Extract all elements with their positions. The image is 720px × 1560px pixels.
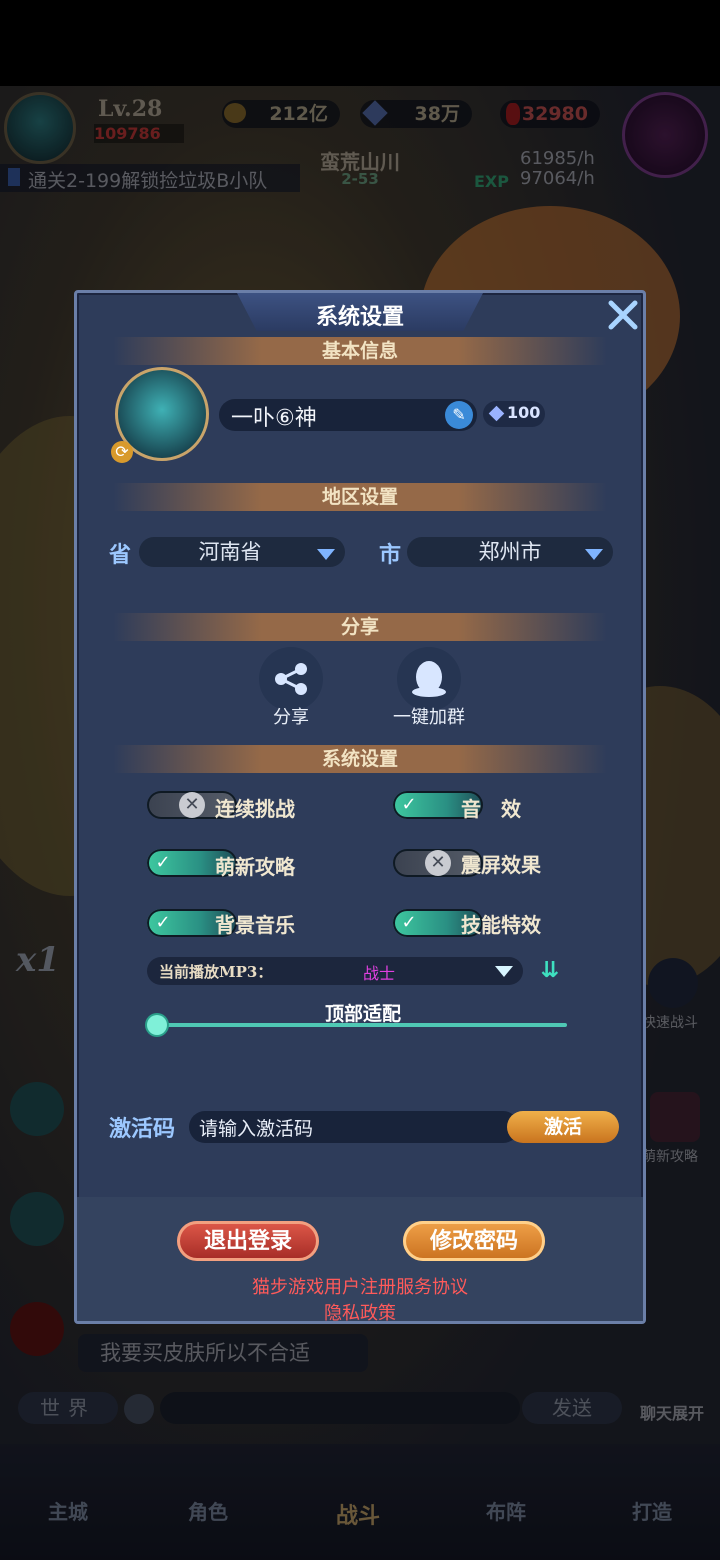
check-icon: ✓ [401, 794, 417, 815]
change-password-button[interactable]: 修改密码 [403, 1221, 545, 1261]
section-region: 地区设置 [113, 483, 607, 511]
top-adapt-slider-track[interactable] [153, 1023, 567, 1027]
nickname-field: 一卟⑥神 [219, 399, 477, 431]
code-input[interactable]: 请输入激活码 [189, 1111, 519, 1143]
city-chevron-icon [585, 549, 603, 560]
province-dropdown[interactable]: 河南省 [139, 537, 345, 567]
check-icon: ✓ [155, 912, 171, 933]
province-chevron-icon [317, 549, 335, 560]
agreement-link[interactable]: 猫步游戏用户注册服务协议 [77, 1273, 643, 1299]
nickname-text: 一卟⑥神 [231, 406, 317, 431]
close-icon: ✕ [179, 792, 205, 818]
section-system-settings: 系统设置 [113, 745, 607, 773]
toggle-label-sound-effects: 音 效 [461, 797, 521, 821]
qq-penguin-icon [412, 661, 446, 697]
top-adapt-label: 顶部适配 [324, 1003, 401, 1025]
top-adapt-slider-handle[interactable] [147, 1015, 167, 1035]
share-icon [275, 663, 307, 695]
close-button[interactable] [605, 297, 641, 333]
toggle-label-skill-effects: 技能特效 [461, 913, 541, 937]
section-basic-info: 基本信息 [113, 337, 607, 365]
toggle-label-newbie-guide: 萌新攻略 [215, 855, 295, 879]
province-label: 省 [109, 542, 132, 568]
music-label: 当前播放MP3： [159, 963, 273, 981]
city-dropdown[interactable]: 郑州市 [407, 537, 613, 567]
code-placeholder: 请输入激活码 [199, 1118, 314, 1140]
activate-button[interactable]: 激活 [507, 1111, 619, 1143]
city-label: 市 [379, 542, 402, 568]
share-button[interactable] [259, 647, 323, 711]
rename-cost-value: 100 [507, 403, 541, 422]
close-icon: ✕ [425, 850, 451, 876]
rename-cost: 100 [483, 401, 545, 427]
code-label: 激活码 [109, 1116, 176, 1142]
edit-name-button[interactable]: ✎ [445, 401, 473, 429]
check-icon: ✓ [155, 852, 171, 873]
join-group-button[interactable] [397, 647, 461, 711]
join-group-label: 一键加群 [393, 707, 465, 728]
sort-arrows-icon: ⇊ [540, 958, 560, 983]
toggle-label-background-music: 背景音乐 [215, 913, 295, 937]
music-order-button[interactable]: ⇊ [537, 957, 563, 985]
settings-dialog: 系统设置 基本信息 ⟳ 一卟⑥神 ✎ 100 地区设置 省 河南省 市 郑州市 … [74, 290, 646, 1324]
city-value: 郑州市 [478, 540, 542, 564]
logout-button[interactable]: 退出登录 [177, 1221, 319, 1261]
avatar-change-icon[interactable]: ⟳ [111, 441, 133, 463]
music-chevron-icon [495, 966, 513, 977]
province-value: 河南省 [198, 540, 262, 564]
check-icon: ✓ [401, 912, 417, 933]
toggle-label-continuous-challenge: 连续挑战 [215, 797, 295, 821]
section-share: 分享 [113, 613, 607, 641]
diamond-icon [488, 405, 505, 422]
close-icon [608, 300, 638, 330]
pencil-icon: ✎ [452, 405, 466, 424]
share-label: 分享 [273, 707, 309, 728]
music-selector[interactable]: 当前播放MP3： 战士 [147, 957, 523, 985]
privacy-link[interactable]: 隐私政策 [77, 1299, 643, 1325]
dialog-title: 系统设置 [315, 304, 404, 330]
toggle-label-screen-shake: 震屏效果 [461, 853, 541, 877]
music-track: 战士 [363, 964, 396, 983]
